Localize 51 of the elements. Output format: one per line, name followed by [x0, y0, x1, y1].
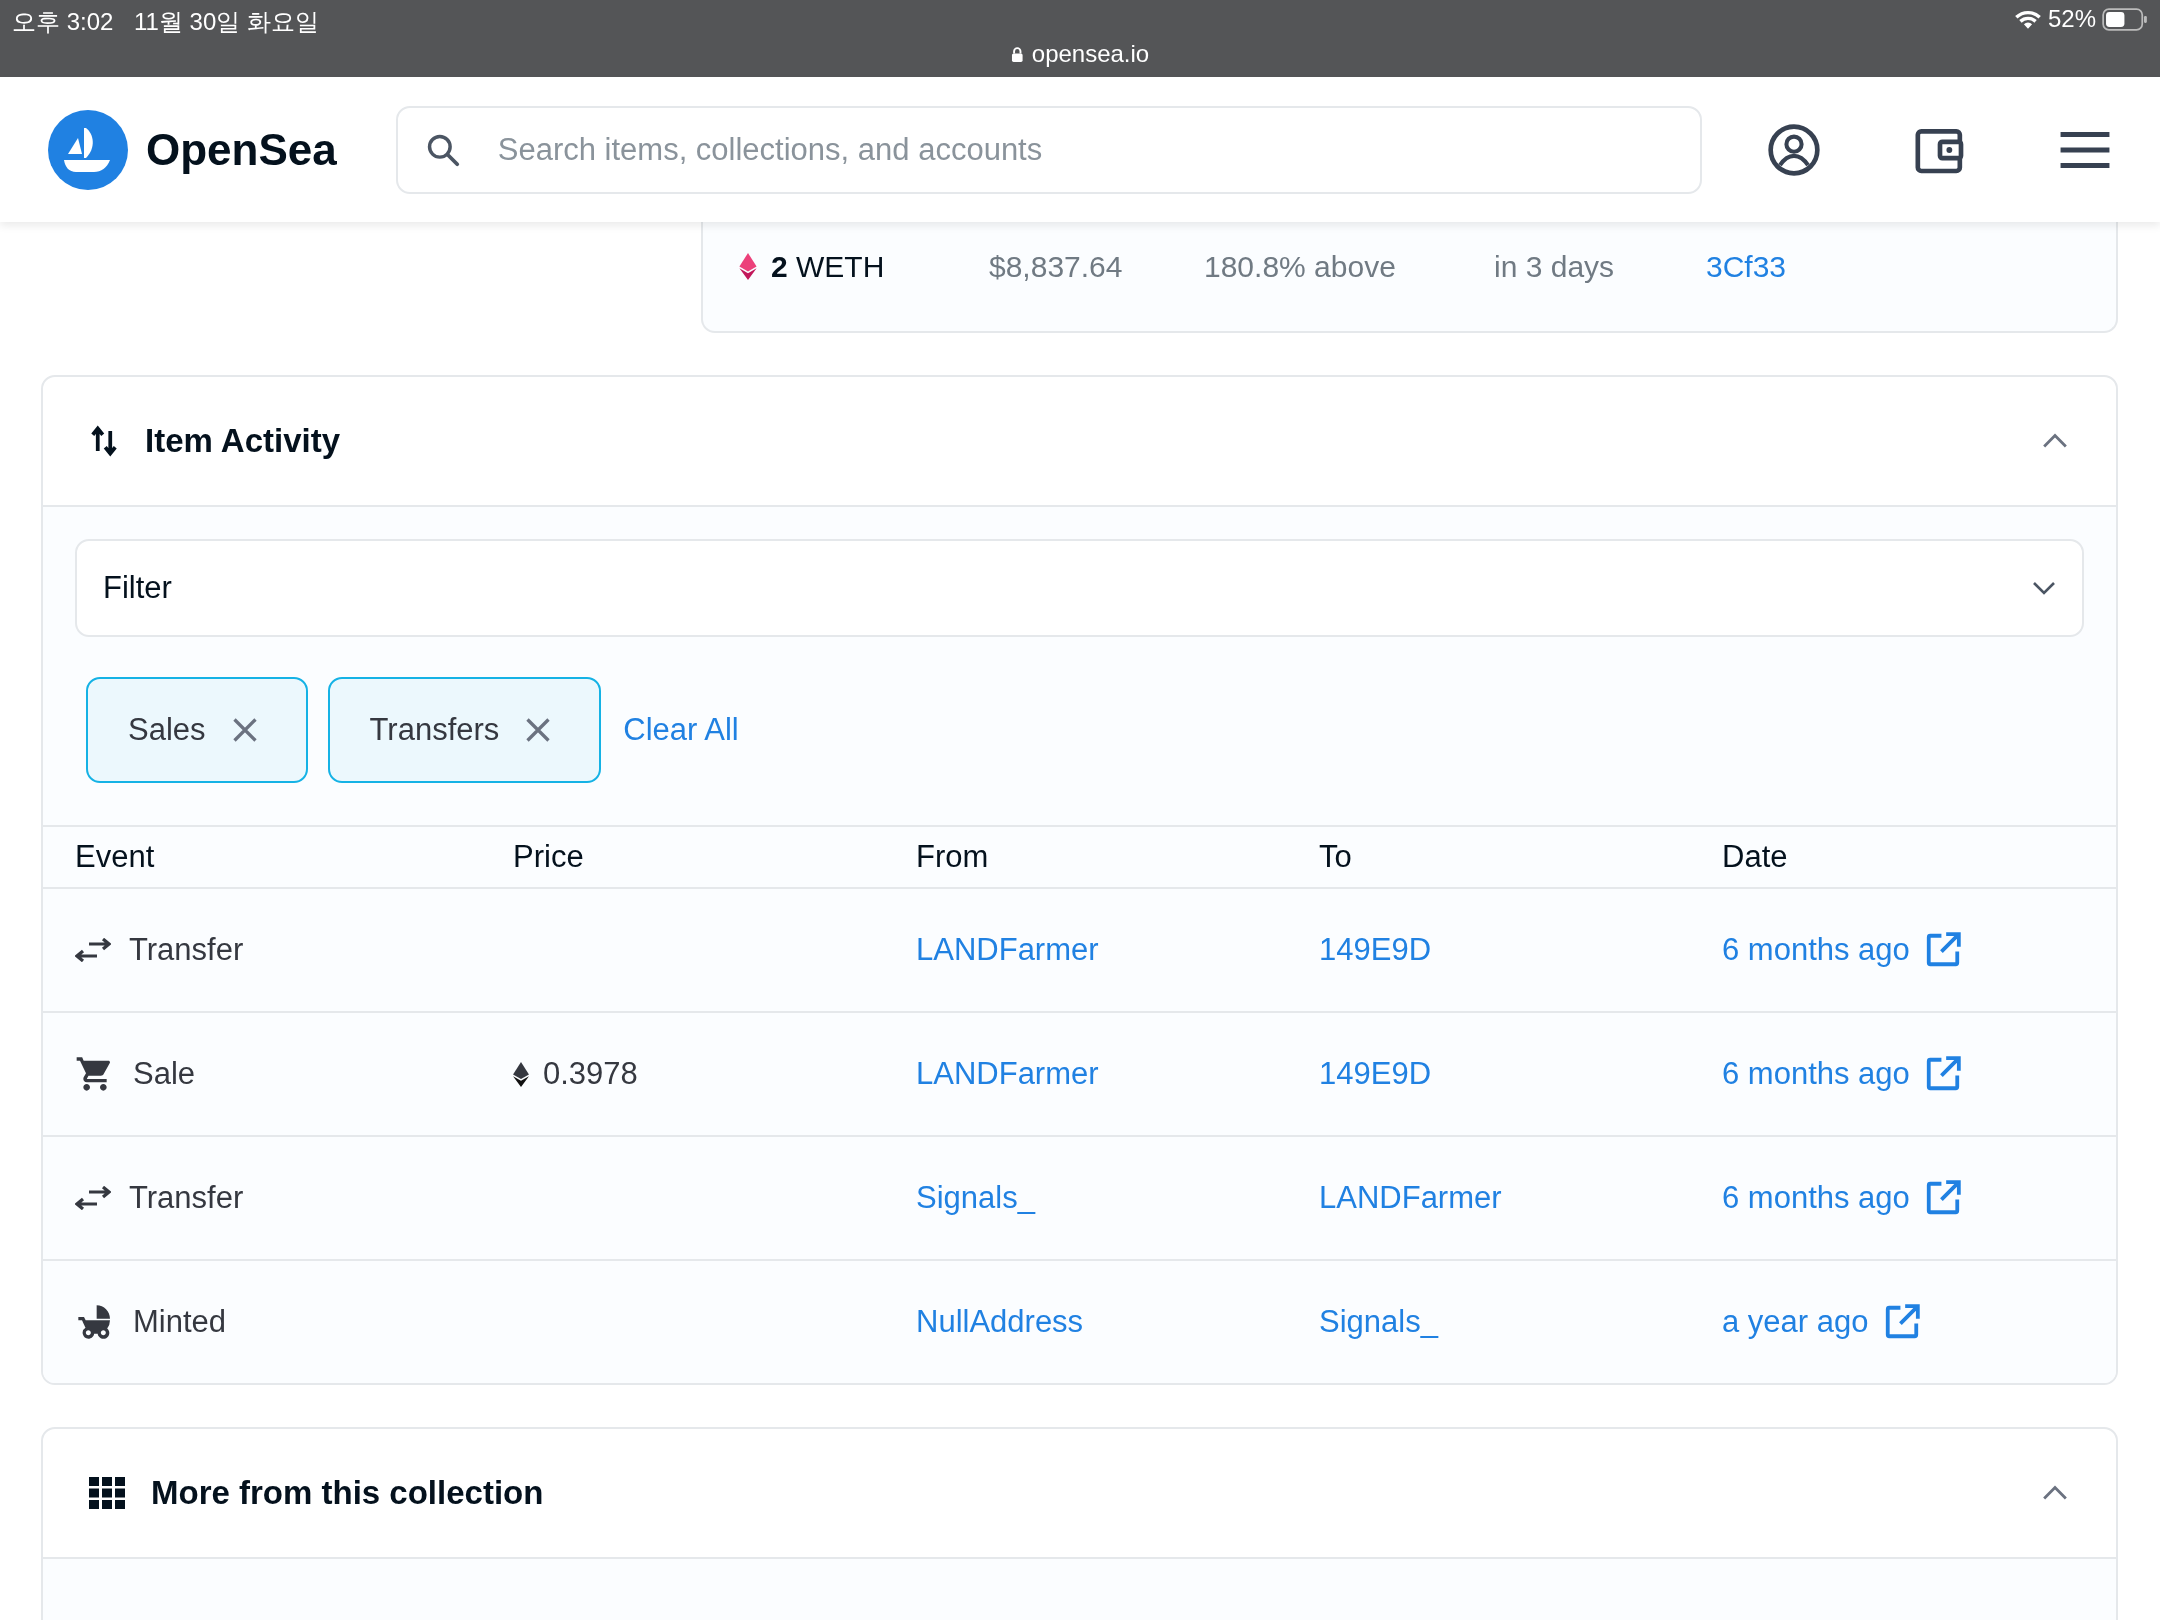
column-header: To: [1319, 839, 1353, 875]
date-link[interactable]: 6 months ago: [1722, 1056, 1910, 1092]
swap-arrows-icon: [75, 1186, 111, 1210]
event-name: Sale: [133, 1056, 196, 1092]
search-field[interactable]: Search items, collections, and accounts: [395, 105, 1702, 194]
event-name: Transfer: [129, 932, 244, 968]
date-link[interactable]: 6 months ago: [1722, 1180, 1910, 1216]
from-link[interactable]: LANDFarmer: [916, 1056, 1099, 1091]
column-header: Event: [75, 839, 156, 875]
floor-difference: 180.8% above: [1204, 249, 1397, 284]
wifi-icon: [2013, 8, 2042, 30]
panel-title: Item Activity: [145, 422, 341, 460]
sort-arrows-icon: [89, 423, 119, 459]
column-header: Date: [1722, 839, 1789, 875]
battery-percent: 52%: [2047, 5, 2096, 33]
from-link[interactable]: LANDFarmer: [916, 932, 1099, 967]
logo-icon[interactable]: [48, 109, 128, 190]
weth-icon: [739, 253, 757, 280]
lock-icon: [1010, 45, 1024, 63]
filter-chip[interactable]: Transfers: [327, 677, 602, 783]
column-header: From: [916, 839, 990, 875]
from-link[interactable]: NullAddress: [916, 1304, 1084, 1339]
date-link[interactable]: 6 months ago: [1722, 932, 1910, 968]
price-value: 0.3978: [543, 1056, 638, 1092]
swap-arrows-icon: [75, 938, 111, 962]
ethereum-icon: [513, 1061, 529, 1087]
to-link[interactable]: 149E9D: [1319, 932, 1432, 967]
offer-amount: 2 WETH: [771, 249, 885, 284]
grid-icon: [89, 1477, 125, 1509]
to-link[interactable]: LANDFarmer: [1319, 1180, 1502, 1215]
usd-price: $8,837.64: [989, 249, 1124, 284]
filter-dropdown[interactable]: Filter: [75, 539, 2084, 637]
event-name: Transfer: [129, 1180, 244, 1216]
logo-text[interactable]: OpenSea: [146, 124, 337, 175]
menu-icon[interactable]: [2058, 129, 2112, 170]
filter-chip[interactable]: Sales: [86, 677, 308, 783]
chevron-down-icon: [2032, 581, 2056, 595]
column-header: Price: [513, 839, 585, 875]
to-link[interactable]: 149E9D: [1319, 1056, 1432, 1091]
account-icon[interactable]: [1766, 121, 1822, 178]
date-link[interactable]: a year ago: [1722, 1304, 1869, 1340]
to-link[interactable]: Signals_: [1319, 1304, 1438, 1339]
status-date: 11월 30일 화요일: [134, 7, 319, 37]
offer-from-link[interactable]: 3Cf33: [1706, 249, 1787, 284]
panel-title: More from this collection: [151, 1474, 545, 1512]
expiration: in 3 days: [1494, 249, 1616, 284]
from-link[interactable]: Signals_: [916, 1180, 1035, 1215]
clear-all-link[interactable]: Clear All: [623, 712, 739, 748]
battery-icon: [2102, 7, 2148, 31]
status-time: 오후 3:02: [12, 7, 114, 37]
event-name: Minted: [133, 1304, 227, 1340]
